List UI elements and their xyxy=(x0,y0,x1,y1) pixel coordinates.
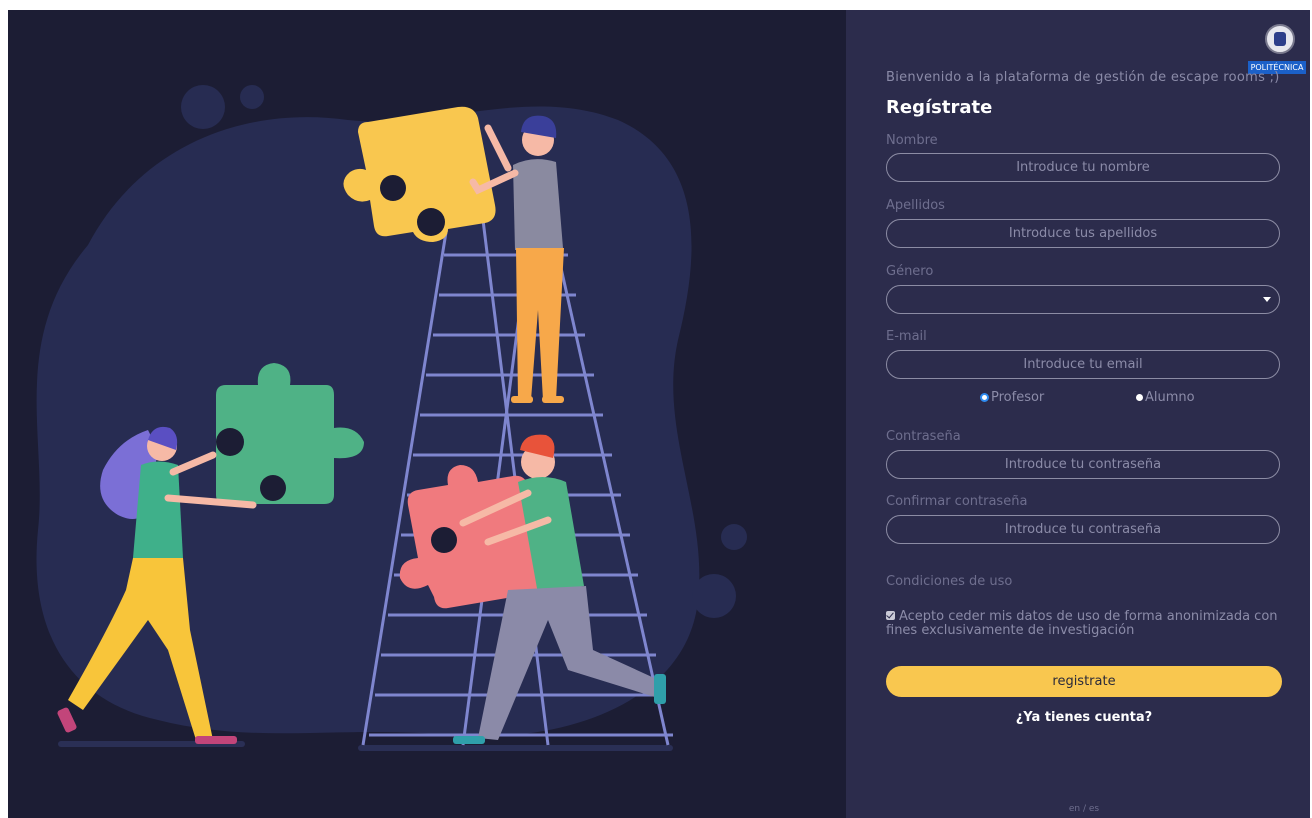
upm-seal-icon xyxy=(1265,24,1295,54)
role-radio-profesor[interactable]: Profesor xyxy=(980,390,1044,405)
welcome-message: Bienvenido a la plataforma de gestión de… xyxy=(886,70,1280,85)
terms-checkbox-label: Acepto ceder mis datos de uso de forma a… xyxy=(886,609,1278,638)
university-logo[interactable]: POLITÉCNICA xyxy=(1248,24,1306,74)
registration-panel: POLITÉCNICA Bienvenido a la plataforma d… xyxy=(846,10,1310,818)
password-input[interactable]: Introduce tu contraseña xyxy=(886,450,1280,479)
terms-checkbox-row[interactable]: Acepto ceder mis datos de uso de forma a… xyxy=(886,610,1286,638)
role-label-profesor: Profesor xyxy=(991,390,1045,405)
radio-selected-icon xyxy=(980,393,989,402)
password-label: Contraseña xyxy=(886,429,961,444)
chevron-down-icon xyxy=(1263,297,1271,302)
apellidos-label: Apellidos xyxy=(886,198,945,213)
genero-select[interactable] xyxy=(886,285,1280,314)
language-switcher[interactable]: en / es xyxy=(886,804,1282,814)
illustration xyxy=(8,10,846,818)
terms-heading: Condiciones de uso xyxy=(886,574,1013,589)
register-button[interactable]: registrate xyxy=(886,666,1282,697)
confirm-password-input[interactable]: Introduce tu contraseña xyxy=(886,515,1280,544)
login-link[interactable]: ¿Ya tienes cuenta? xyxy=(886,710,1282,725)
radio-unselected-icon xyxy=(1136,394,1143,401)
confirm-password-label: Confirmar contraseña xyxy=(886,494,1028,509)
email-label: E-mail xyxy=(886,329,927,344)
page-title: Regístrate xyxy=(886,97,993,118)
checkbox-checked-icon[interactable] xyxy=(886,611,895,620)
apellidos-input[interactable]: Introduce tus apellidos xyxy=(886,219,1280,248)
page: POLITÉCNICA Bienvenido a la plataforma d… xyxy=(8,10,1310,818)
genero-label: Género xyxy=(886,264,934,279)
role-radio-alumno[interactable]: Alumno xyxy=(1136,390,1195,405)
teamwork-puzzle-illustration xyxy=(36,85,747,751)
nombre-label: Nombre xyxy=(886,133,938,148)
email-input[interactable]: Introduce tu email xyxy=(886,350,1280,379)
nombre-input[interactable]: Introduce tu nombre xyxy=(886,153,1280,182)
role-label-alumno: Alumno xyxy=(1145,390,1195,405)
